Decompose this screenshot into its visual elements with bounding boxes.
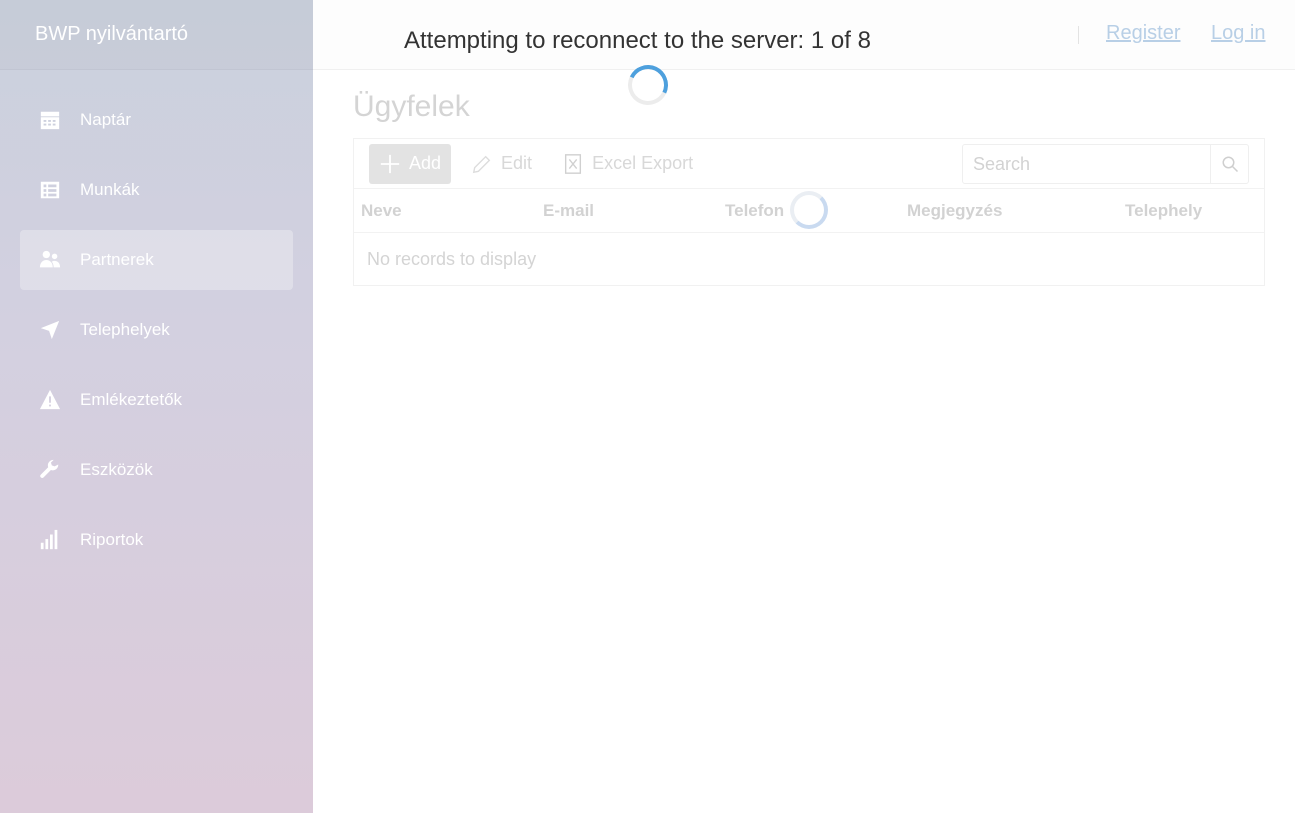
sidebar-item-label: Partnerek	[80, 250, 154, 269]
excel-export-label: Excel Export	[592, 153, 694, 173]
add-button[interactable]: Add	[369, 143, 452, 184]
sidebar-item-munkak[interactable]: Munkák	[20, 160, 293, 220]
app-brand[interactable]: BWP nyilvántartó	[0, 0, 313, 70]
excel-file-icon	[565, 153, 582, 174]
sidebar-nav: Naptár Munkák Partnerek Telephelyek Emlé…	[0, 70, 313, 570]
plus-icon	[380, 154, 400, 173]
top-divider	[1078, 26, 1079, 44]
wrench-icon	[38, 458, 62, 482]
signal-bars-icon	[38, 528, 62, 552]
sidebar-item-eszkozok[interactable]: Eszközök	[20, 440, 293, 500]
calendar-icon	[38, 108, 62, 132]
location-arrow-icon	[38, 318, 62, 342]
sidebar: BWP nyilvántartó Naptár Munkák Partnerek…	[0, 0, 313, 813]
search-icon	[1222, 156, 1238, 173]
edit-button[interactable]: Edit	[471, 144, 532, 184]
sidebar-item-naptar[interactable]: Naptár	[20, 90, 293, 150]
add-button-label: Add	[409, 153, 442, 173]
column-header-email[interactable]: E-mail	[536, 201, 718, 221]
main-content: Ügyfelek Add Edit Excel Export Search Ne…	[353, 90, 1265, 286]
register-link[interactable]: Register	[1106, 22, 1180, 45]
edit-button-label: Edit	[501, 153, 533, 173]
warning-icon	[38, 388, 62, 412]
sidebar-item-riportok[interactable]: Riportok	[20, 510, 293, 570]
search-input[interactable]	[963, 145, 1210, 183]
column-header-telephely[interactable]: Telephely	[1118, 201, 1258, 221]
sidebar-item-label: Naptár	[80, 110, 132, 129]
grid-loading-spinner	[790, 191, 828, 229]
search-button[interactable]	[1210, 145, 1248, 183]
sidebar-item-partnerek[interactable]: Partnerek	[20, 230, 293, 290]
pencil-icon	[472, 155, 491, 173]
page-title: Ügyfelek	[353, 90, 470, 123]
sidebar-item-label: Telephelyek	[80, 320, 170, 339]
sidebar-item-label: Emlékeztetők	[80, 390, 183, 409]
excel-export-button[interactable]: Excel Export	[562, 144, 693, 184]
users-icon	[38, 248, 62, 272]
sidebar-item-telephelyek[interactable]: Telephelyek	[20, 300, 293, 360]
search-box	[962, 144, 1249, 184]
column-header-megjegyzes[interactable]: Megjegyzés	[900, 201, 1118, 221]
sidebar-item-label: Riportok	[80, 530, 144, 549]
empty-records-message: No records to display	[367, 248, 537, 269]
reconnect-message: Attempting to reconnect to the server: 1…	[404, 27, 871, 54]
column-header-neve[interactable]: Neve	[354, 201, 536, 221]
grid-toolbar: Add Edit Excel Export	[354, 139, 1264, 189]
list-icon	[38, 178, 62, 202]
sidebar-item-emlekeztetok[interactable]: Emlékeztetők	[20, 370, 293, 430]
login-link[interactable]: Log in	[1211, 22, 1266, 45]
sidebar-item-label: Munkák	[80, 180, 140, 199]
sidebar-item-label: Eszközök	[80, 460, 153, 479]
